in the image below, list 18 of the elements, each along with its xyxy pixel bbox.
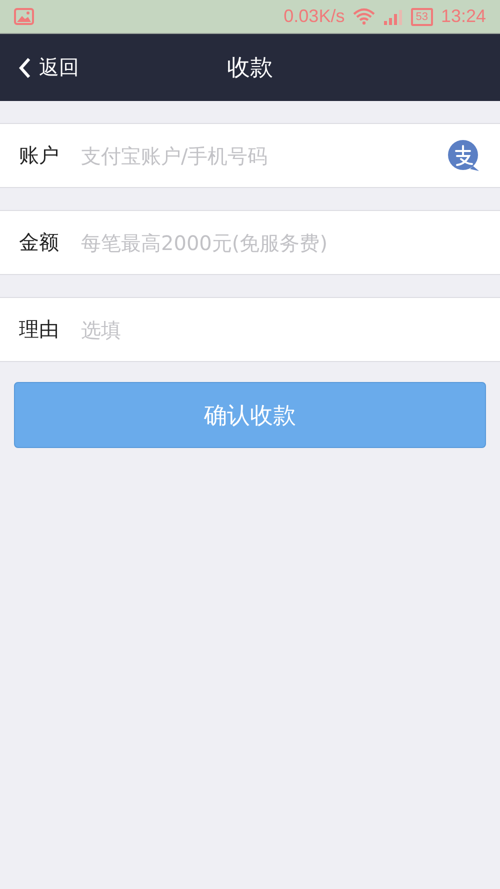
input-field[interactable]: 每笔最高2000元(免服务费) [81,230,482,254]
back-icon [18,56,31,78]
field-label: 理由 [19,316,60,343]
clock: 13:24 [440,6,486,27]
image-icon [14,8,34,25]
page-title: 收款 [227,54,273,83]
field-label: 账户 [19,142,60,169]
input-field[interactable]: 选填 [81,318,482,342]
input-row[interactable]: 金额 每笔最高2000元(免服务费) [0,210,500,275]
input-row[interactable]: 账户 支付宝账户/手机号码 [0,123,500,188]
input-field[interactable]: 支付宝账户/手机号码 [81,144,446,168]
field-label: 金额 [19,229,60,256]
battery-icon: 53 [410,8,433,26]
network-speed: 0.03K/s [284,6,345,27]
back-button[interactable]: 返回 [18,54,79,81]
wifi-icon [352,8,375,25]
signal-icon [382,8,403,24]
input-row[interactable]: 理由 选填 [0,297,500,362]
